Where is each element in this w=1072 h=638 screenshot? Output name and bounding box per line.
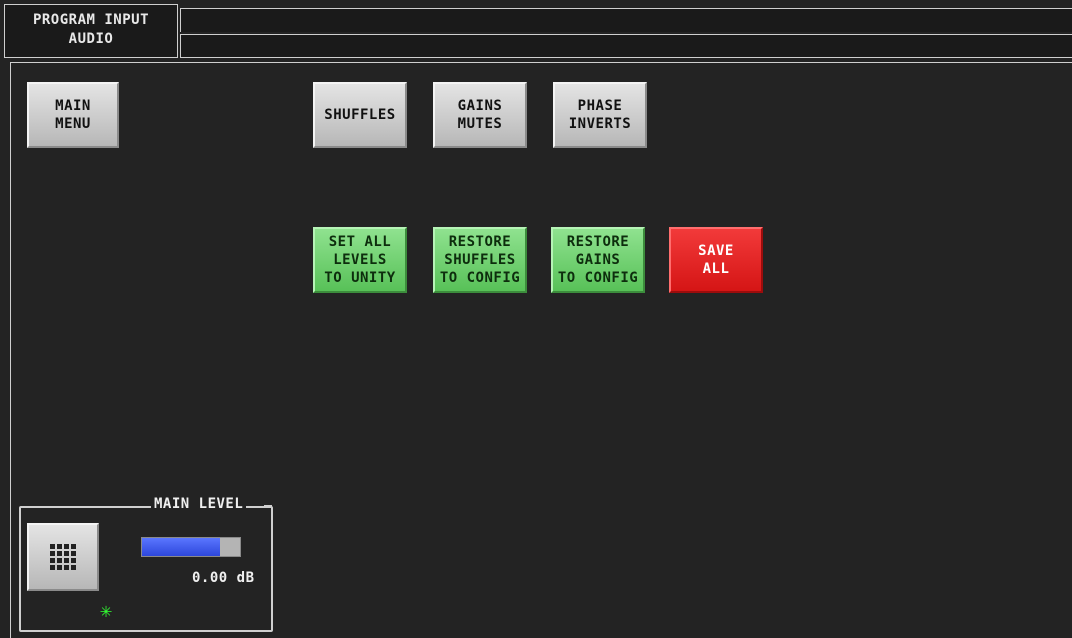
- phase-inverts-button[interactable]: PHASE INVERTS: [553, 82, 647, 148]
- page-title-line2: AUDIO: [68, 31, 114, 47]
- keypad-button[interactable]: [27, 523, 99, 591]
- main-menu-button[interactable]: MAIN MENU: [27, 82, 119, 148]
- keypad-icon: [50, 544, 76, 570]
- gains-mutes-button[interactable]: GAINS MUTES: [433, 82, 527, 148]
- header-field-top: [180, 8, 1072, 32]
- main-level-label: MAIN LEVEL: [151, 496, 247, 512]
- header-field-bottom: [180, 34, 1072, 58]
- page-title-line1: PROGRAM INPUT: [32, 12, 150, 28]
- save-all-button[interactable]: SAVE ALL: [669, 227, 763, 293]
- restore-gains-button[interactable]: RESTORE GAINS TO CONFIG: [551, 227, 645, 293]
- restore-shuffles-button[interactable]: RESTORE SHUFFLES TO CONFIG: [433, 227, 527, 293]
- header-fields: [180, 8, 1072, 62]
- set-all-levels-button[interactable]: SET ALL LEVELS TO UNITY: [313, 227, 407, 293]
- level-meter[interactable]: [141, 537, 241, 557]
- level-meter-fill: [142, 538, 221, 556]
- page-title: PROGRAM INPUT AUDIO: [4, 4, 178, 58]
- main-level-frame-tick: [264, 505, 272, 507]
- shuffles-button[interactable]: SHUFFLES: [313, 82, 407, 148]
- green-star-icon: ✳: [100, 598, 113, 622]
- level-value: 0.00 dB: [192, 570, 255, 586]
